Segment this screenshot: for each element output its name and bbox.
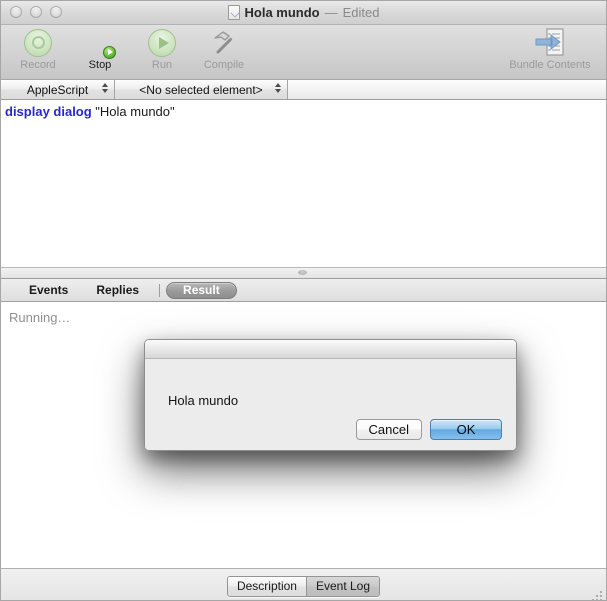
display-dialog: Hola mundo Cancel OK (144, 339, 517, 451)
tab-events[interactable]: Events (15, 282, 82, 298)
navigation-bar-filler (288, 80, 606, 99)
dialog-body: Hola mundo Cancel OK (145, 359, 516, 450)
language-popup-button[interactable]: AppleScript (1, 80, 115, 99)
bundle-contents-label: Bundle Contents (509, 59, 591, 71)
dialog-message: Hola mundo (168, 393, 239, 408)
execution-status-text: Running… (9, 310, 71, 325)
code-string: "Hola mundo" (95, 104, 175, 119)
element-popup-value: <No selected element> (139, 82, 263, 97)
window-title: Hola mundo (244, 5, 320, 20)
stop-button[interactable]: Stop (69, 27, 131, 71)
element-popup-button[interactable]: <No selected element> (115, 80, 288, 99)
bundle-contents-icon (533, 27, 567, 58)
language-popup-value: AppleScript (26, 82, 89, 97)
pane-splitter[interactable] (1, 268, 606, 279)
record-icon (24, 27, 52, 58)
tab-separator (159, 283, 161, 297)
tab-replies[interactable]: Replies (82, 282, 153, 298)
bundle-contents-button[interactable]: Bundle Contents (498, 27, 602, 71)
hammer-icon (209, 27, 239, 58)
compile-button[interactable]: Compile (193, 27, 255, 71)
traffic-light-group (10, 6, 62, 18)
run-button[interactable]: Run (131, 27, 193, 71)
run-icon (148, 27, 176, 58)
edited-indicator: Edited (342, 5, 380, 20)
zoom-button[interactable] (50, 6, 62, 18)
title-separator: — (324, 5, 338, 20)
record-button[interactable]: Record (7, 27, 69, 71)
tab-result[interactable]: Result (166, 281, 237, 299)
minimize-button[interactable] (30, 6, 42, 18)
result-tab-bar: Events Replies Result (1, 279, 606, 302)
splitter-grip-icon[interactable] (298, 270, 307, 275)
chevron-updown-icon (102, 83, 108, 93)
code-line: display dialog "Hola mundo" (5, 103, 606, 120)
bottom-bar: Description Event Log (1, 568, 606, 600)
navigation-bar: AppleScript <No selected element> (1, 80, 606, 100)
running-badge-icon (103, 45, 116, 59)
window-titlebar: Hola mundo — Edited (1, 1, 606, 25)
run-button-label: Run (151, 59, 173, 71)
segment-description[interactable]: Description (227, 576, 306, 596)
stop-button-label: Stop (88, 59, 112, 71)
cancel-button[interactable]: Cancel (355, 419, 422, 440)
segment-event-log[interactable]: Event Log (305, 576, 380, 596)
code-keyword: display dialog (5, 104, 96, 119)
window-title-group: Hola mundo — Edited (1, 1, 606, 24)
toolbar-button-group: Record Stop Run Compile (7, 27, 255, 71)
dialog-button-group: Cancel OK (355, 419, 502, 440)
stop-icon (86, 27, 116, 59)
window-resize-grip[interactable] (591, 588, 604, 600)
description-eventlog-segmented-control: Description Event Log (226, 575, 381, 597)
chevron-updown-icon (275, 83, 281, 93)
ok-button[interactable]: OK (430, 419, 502, 440)
script-editor-area[interactable]: display dialog "Hola mundo" (1, 100, 606, 268)
applescript-document-icon (227, 5, 240, 20)
close-button[interactable] (10, 6, 22, 18)
compile-button-label: Compile (203, 59, 245, 71)
record-button-label: Record (20, 59, 56, 71)
applescript-editor-window: Hola mundo — Edited Record Stop Run Comp… (0, 0, 607, 601)
dialog-titlebar[interactable] (145, 340, 516, 359)
main-toolbar: Record Stop Run Compile Bundle Contents (1, 25, 606, 80)
